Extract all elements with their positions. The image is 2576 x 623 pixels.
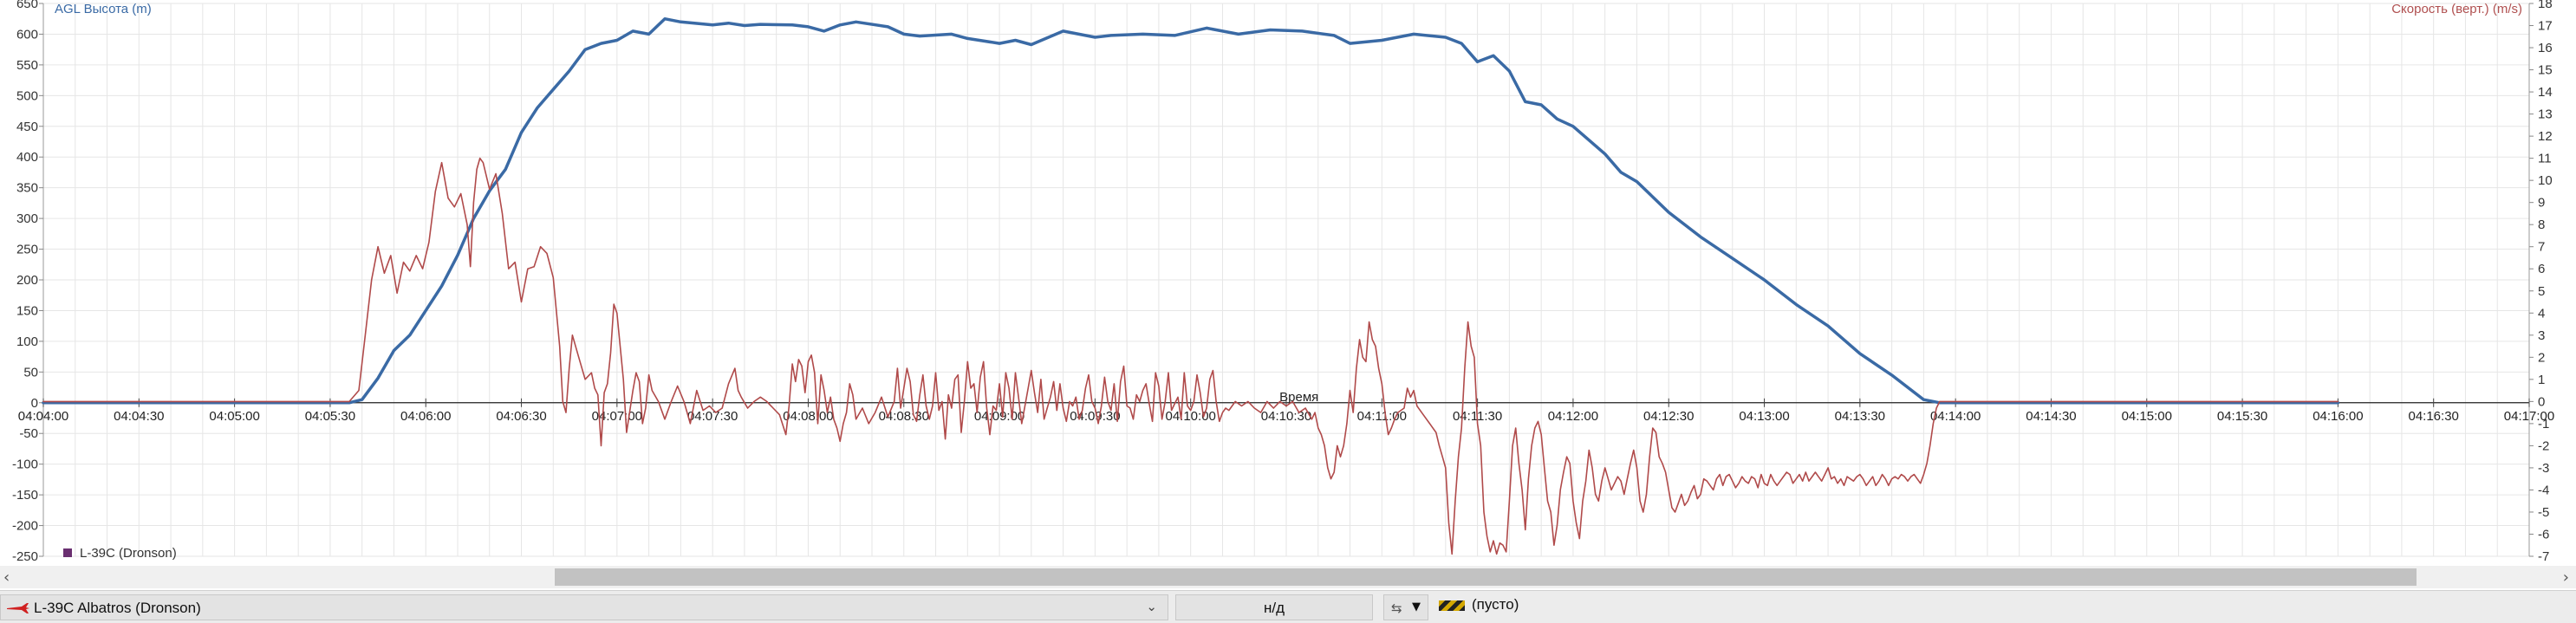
aircraft-name: L-39C Albatros (Dronson) [34, 600, 201, 616]
flight-chart[interactable]: 650600550500450400350300250200150100500-… [0, 0, 2576, 566]
legend-label: L-39C (Dronson) [80, 546, 177, 561]
horizontal-scrollbar[interactable]: ‹ › [0, 566, 2576, 588]
na-field: н/д [1175, 594, 1373, 620]
aircraft-select[interactable]: L-39C Albatros (Dronson) ⌄ [0, 594, 1168, 620]
y-left-axis-title: AGL Высота (m) [55, 2, 152, 16]
x-tick-label: 04:04:00 [18, 409, 68, 424]
arrows-icon: ⇆ [1391, 600, 1402, 616]
x-tick-label: 04:05:30 [305, 409, 355, 424]
y-right-tick-label: 11 [2538, 152, 2552, 166]
y-left-tick-label: -250 [12, 549, 38, 564]
scrollbar-thumb[interactable] [555, 568, 2417, 586]
y-left-tick-label: 550 [16, 58, 38, 73]
x-tick-label: 04:17:00 [2504, 409, 2554, 424]
y-left-tick-label: -100 [12, 458, 38, 472]
y-right-tick-label: 4 [2538, 306, 2545, 321]
y-left-tick-label: 100 [16, 334, 38, 349]
x-axis-title: Время [1279, 390, 1318, 405]
x-tick-label: 04:13:00 [1739, 409, 1789, 424]
chevron-left-icon[interactable]: ‹ [3, 568, 10, 587]
legend-swatch [63, 548, 72, 557]
chevron-down-icon[interactable]: ⌄ [1146, 599, 1157, 614]
y-right-tick-label: 10 [2538, 173, 2553, 188]
x-tick-label: 04:08:00 [783, 409, 833, 424]
y-right-tick-label: 9 [2538, 196, 2545, 211]
x-tick-label: 04:07:30 [687, 409, 738, 424]
x-tick-label: 04:15:00 [2122, 409, 2172, 424]
y-right-tick-label: -3 [2538, 461, 2549, 476]
y-left-tick-label: 50 [23, 365, 38, 380]
y-right-tick-label: 5 [2538, 284, 2545, 299]
y-right-tick-label: 2 [2538, 350, 2545, 365]
plane-icon [7, 603, 29, 613]
y-left-tick-label: 400 [16, 150, 38, 165]
x-tick-label: 04:06:00 [400, 409, 451, 424]
x-tick-label: 04:12:30 [1643, 409, 1694, 424]
x-tick-label: 04:06:30 [496, 409, 546, 424]
chart-background [0, 0, 2576, 566]
x-tick-label: 04:09:00 [974, 409, 1025, 424]
y-right-tick-label: 13 [2538, 107, 2553, 122]
y-left-tick-label: 250 [16, 243, 38, 257]
y-left-tick-label: 650 [16, 0, 38, 11]
y-right-tick-label: 6 [2538, 262, 2545, 276]
y-left-tick-label: -150 [12, 488, 38, 503]
empty-label: (пусто) [1472, 596, 1519, 613]
y-left-tick-label: -200 [12, 519, 38, 534]
hazard-stripe-icon [1439, 600, 1465, 611]
y-right-tick-label: 18 [2538, 0, 2553, 11]
x-tick-label: 04:05:00 [209, 409, 259, 424]
y-left-tick-label: 600 [16, 27, 38, 42]
y-right-tick-label: -4 [2538, 483, 2549, 497]
y-left-tick-label: 150 [16, 303, 38, 318]
y-right-tick-label: 17 [2538, 19, 2553, 34]
x-tick-label: 04:12:00 [1548, 409, 1598, 424]
y-right-axis-title: Скорость (верт.) (m/s) [2391, 2, 2522, 16]
x-tick-label: 04:13:30 [1835, 409, 1885, 424]
y-right-tick-label: -5 [2538, 505, 2549, 520]
x-tick-label: 04:04:30 [114, 409, 164, 424]
y-right-tick-label: -7 [2538, 549, 2549, 564]
x-tick-label: 04:16:00 [2313, 409, 2363, 424]
y-right-tick-label: 8 [2538, 217, 2545, 232]
x-tick-label: 04:14:00 [1930, 409, 1981, 424]
y-left-tick-label: 500 [16, 88, 38, 103]
y-right-tick-label: 7 [2538, 240, 2545, 255]
legend: L-39C (Dronson) [63, 546, 177, 561]
y-right-tick-label: 12 [2538, 129, 2553, 144]
y-left-tick-label: 300 [16, 211, 38, 226]
tool-dropdown-button[interactable]: ⇆ ▼ [1383, 594, 1428, 620]
na-value: н/д [1263, 600, 1285, 616]
dropdown-arrow-icon[interactable]: ▼ [1412, 600, 1421, 613]
y-right-tick-label: 14 [2538, 85, 2553, 100]
y-right-tick-label: 15 [2538, 63, 2553, 78]
x-tick-label: 04:16:30 [2408, 409, 2458, 424]
y-right-tick-label: 0 [2538, 394, 2545, 409]
x-tick-label: 04:10:30 [1261, 409, 1311, 424]
y-left-tick-label: 200 [16, 273, 38, 288]
chevron-right-icon[interactable]: › [2563, 568, 2569, 587]
y-left-tick-label: 350 [16, 181, 38, 196]
y-right-tick-label: 3 [2538, 328, 2545, 343]
y-right-tick-label: -2 [2538, 438, 2549, 453]
x-tick-label: 04:14:30 [2026, 409, 2076, 424]
x-tick-label: 04:15:30 [2217, 409, 2267, 424]
status-bar: L-39C Albatros (Dronson) ⌄ н/д ⇆ ▼ (пуст… [0, 590, 2576, 623]
y-right-tick-label: -6 [2538, 527, 2549, 542]
y-left-tick-label: 450 [16, 120, 38, 134]
y-right-tick-label: 16 [2538, 41, 2553, 55]
y-left-tick-label: -50 [19, 426, 38, 441]
y-right-tick-label: 1 [2538, 373, 2545, 387]
